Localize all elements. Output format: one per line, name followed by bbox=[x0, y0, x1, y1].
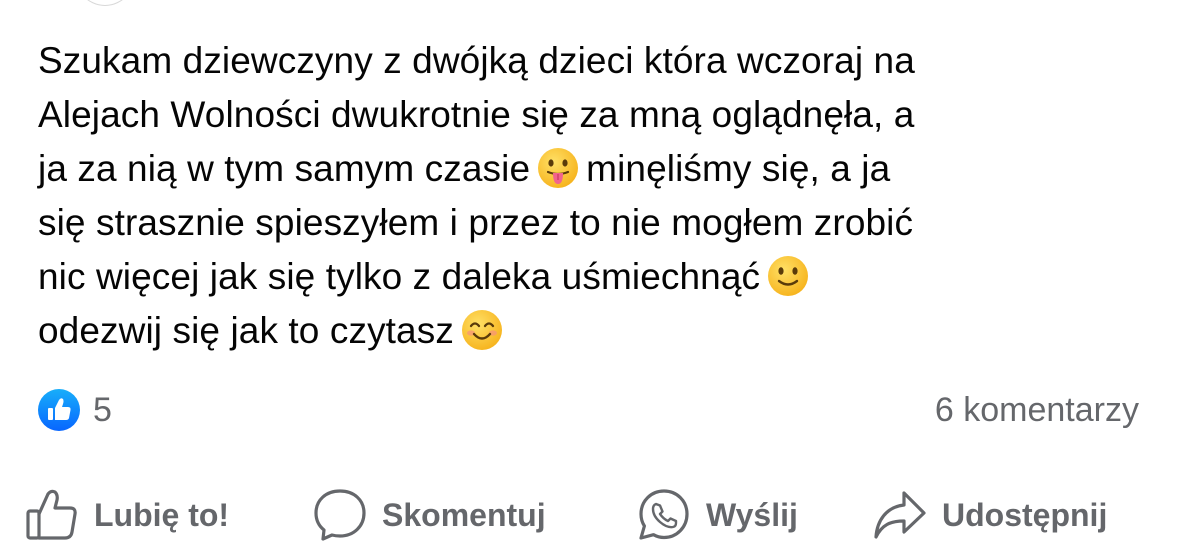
send-label: Wyślij bbox=[706, 496, 798, 533]
slightly-smiling-emoji-icon bbox=[768, 256, 809, 296]
post-text-segment: nic więcej jak się tylko z daleka uśmiec… bbox=[38, 256, 761, 297]
whatsapp-icon bbox=[639, 489, 689, 540]
post-text-line: się strasznie spieszyłem i przez to nie … bbox=[38, 196, 1148, 250]
comment-button[interactable]: Skomentuj bbox=[312, 486, 546, 544]
send-button[interactable]: Wyślij bbox=[636, 486, 798, 544]
share-button[interactable]: Udostępnij bbox=[872, 486, 1107, 544]
comment-label: Skomentuj bbox=[382, 496, 546, 533]
post-text-segment: Szukam dziewczyny z dwójką dzieci która … bbox=[38, 40, 915, 81]
like-count: 5 bbox=[93, 390, 112, 429]
comments-count[interactable]: 6 komentarzy bbox=[935, 388, 1139, 432]
post-text-segment: minęliśmy się, a ja bbox=[586, 148, 891, 189]
reactions-summary[interactable]: 5 bbox=[37, 388, 112, 432]
action-bar: Lubię to! Skomentuj Wyślij Udostępnij bbox=[0, 486, 1179, 544]
like-label: Lubię to! bbox=[94, 496, 230, 533]
tongue-out-emoji-icon bbox=[538, 148, 579, 188]
smiling-blush-emoji-icon bbox=[461, 310, 502, 350]
post-text-line: Alejach Wolności dwukrotnie się za mną o… bbox=[38, 88, 1148, 142]
share-label: Udostępnij bbox=[942, 496, 1108, 533]
post-text-segment: ja za nią w tym samym czasie bbox=[38, 148, 531, 189]
post-text-line: odezwij się jak to czytasz bbox=[38, 304, 1148, 358]
post-text-segment: Alejach Wolności dwukrotnie się za mną o… bbox=[38, 94, 915, 135]
like-button[interactable]: Lubię to! bbox=[24, 486, 229, 544]
post-text: Szukam dziewczyny z dwójką dzieci która … bbox=[38, 34, 1148, 358]
post-text-line: nic więcej jak się tylko z daleka uśmiec… bbox=[38, 250, 1148, 304]
post-text-segment: się strasznie spieszyłem i przez to nie … bbox=[38, 202, 914, 243]
share-arrow-icon bbox=[874, 491, 926, 539]
like-reaction-icon bbox=[38, 389, 80, 431]
avatar-edge bbox=[72, 0, 138, 6]
post-text-line: Szukam dziewczyny z dwójką dzieci która … bbox=[38, 34, 1148, 88]
thumbs-up-icon bbox=[26, 489, 77, 540]
post-text-line: ja za nią w tym samym czasie minęliśmy s… bbox=[38, 142, 1148, 196]
comment-bubble-icon bbox=[314, 489, 366, 541]
post-text-segment: odezwij się jak to czytasz bbox=[38, 310, 454, 351]
